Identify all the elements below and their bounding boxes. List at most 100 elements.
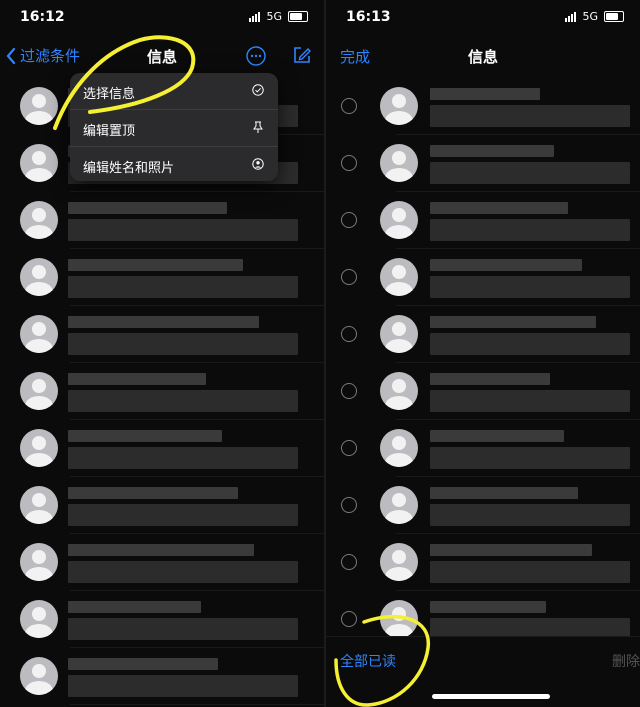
obscured-message-preview <box>68 276 298 298</box>
conversation-row[interactable] <box>326 249 640 306</box>
obscured-message-preview <box>68 618 298 640</box>
selection-radio[interactable] <box>341 554 357 570</box>
obscured-contact-name <box>430 544 592 556</box>
conversation-row[interactable] <box>0 249 324 306</box>
contact-avatar <box>380 87 418 125</box>
selection-radio[interactable] <box>341 497 357 513</box>
conversation-row[interactable] <box>0 363 324 420</box>
compose-icon[interactable] <box>292 45 312 65</box>
contact-avatar <box>380 543 418 581</box>
conversation-row[interactable] <box>0 591 324 648</box>
more-options-icon[interactable] <box>246 46 266 66</box>
selection-radio[interactable] <box>341 269 357 285</box>
contact-avatar <box>20 600 58 638</box>
obscured-message-preview <box>430 390 630 412</box>
conversation-row[interactable] <box>326 192 640 249</box>
obscured-message-preview <box>430 504 630 526</box>
conversation-row[interactable] <box>326 420 640 477</box>
obscured-message-preview <box>68 675 298 697</box>
status-indicators: 5G <box>565 10 624 23</box>
selection-radio[interactable] <box>341 383 357 399</box>
signal-icon <box>249 11 261 22</box>
conversation-row[interactable] <box>326 477 640 534</box>
selection-radio[interactable] <box>341 212 357 228</box>
contact-avatar <box>380 429 418 467</box>
contact-avatar <box>380 315 418 353</box>
checkmark-circle-icon <box>252 84 264 96</box>
contact-avatar <box>380 201 418 239</box>
obscured-contact-name <box>68 601 202 613</box>
selection-radio[interactable] <box>341 155 357 171</box>
conversation-row[interactable] <box>326 534 640 591</box>
obscured-contact-name <box>68 259 243 271</box>
contact-avatar <box>20 258 58 296</box>
obscured-contact-name <box>430 601 546 613</box>
obscured-contact-name <box>430 487 578 499</box>
conversation-list-select-mode <box>326 78 640 648</box>
menu-item-edit-pins[interactable]: 编辑置顶 <box>70 109 278 146</box>
conversation-row[interactable] <box>0 420 324 477</box>
delete-button[interactable]: 删除 <box>612 651 640 671</box>
obscured-contact-name <box>68 487 239 499</box>
obscured-message-preview <box>430 333 630 355</box>
conversation-row[interactable] <box>0 648 324 705</box>
messages-screen-left: 16:12 5G 过滤条件 信息 选择信息 编辑置顶 编辑姓名和照片 <box>0 0 324 707</box>
obscured-contact-name <box>68 202 227 214</box>
options-menu: 选择信息 编辑置顶 编辑姓名和照片 <box>70 73 278 181</box>
obscured-contact-name <box>68 544 255 556</box>
menu-item-edit-name-photo[interactable]: 编辑姓名和照片 <box>70 146 278 183</box>
contact-avatar <box>20 657 58 695</box>
network-label: 5G <box>582 10 598 23</box>
read-all-button[interactable]: 全部已读 <box>340 651 396 671</box>
contact-avatar <box>380 258 418 296</box>
contact-avatar <box>380 600 418 638</box>
selection-radio[interactable] <box>341 98 357 114</box>
contact-avatar <box>20 372 58 410</box>
conversation-row[interactable] <box>0 192 324 249</box>
conversation-row[interactable] <box>326 78 640 135</box>
menu-item-select-messages[interactable]: 选择信息 <box>70 73 278 109</box>
selection-radio[interactable] <box>341 611 357 627</box>
home-indicator <box>432 694 550 699</box>
obscured-message-preview <box>430 219 630 241</box>
obscured-contact-name <box>68 373 206 385</box>
contact-avatar <box>20 543 58 581</box>
signal-icon <box>565 11 577 22</box>
menu-item-label: 编辑姓名和照片 <box>83 161 175 176</box>
obscured-contact-name <box>430 88 540 100</box>
obscured-message-preview <box>68 504 298 526</box>
obscured-message-preview <box>430 561 630 583</box>
contact-avatar <box>20 429 58 467</box>
obscured-contact-name <box>68 658 218 670</box>
obscured-message-preview <box>430 276 630 298</box>
obscured-contact-name <box>430 145 554 157</box>
obscured-contact-name <box>430 373 550 385</box>
bottom-toolbar: 全部已读 删除 <box>326 636 640 707</box>
page-title: 信息 <box>146 48 177 66</box>
pin-icon <box>253 121 263 133</box>
obscured-contact-name <box>68 316 259 328</box>
conversation-row[interactable] <box>326 363 640 420</box>
contact-avatar <box>380 486 418 524</box>
navigation-bar: 过滤条件 信息 <box>0 36 324 76</box>
obscured-contact-name <box>430 202 568 214</box>
conversation-row[interactable] <box>0 477 324 534</box>
conversation-row[interactable] <box>326 135 640 192</box>
contact-avatar <box>380 372 418 410</box>
selection-radio[interactable] <box>341 326 357 342</box>
contact-avatar <box>20 486 58 524</box>
person-circle-icon <box>252 158 264 170</box>
messages-screen-right: 16:13 5G 完成 信息 全部已读 删除 <box>326 0 640 707</box>
obscured-message-preview <box>68 333 298 355</box>
conversation-row[interactable] <box>326 306 640 363</box>
network-label: 5G <box>266 10 282 23</box>
obscured-message-preview <box>430 162 630 184</box>
obscured-message-preview <box>68 561 298 583</box>
conversation-row[interactable] <box>0 306 324 363</box>
menu-item-label: 选择信息 <box>83 87 136 102</box>
battery-icon <box>288 11 308 22</box>
conversation-row[interactable] <box>0 534 324 591</box>
selection-radio[interactable] <box>341 440 357 456</box>
obscured-contact-name <box>430 316 596 328</box>
row-separator <box>70 704 324 705</box>
